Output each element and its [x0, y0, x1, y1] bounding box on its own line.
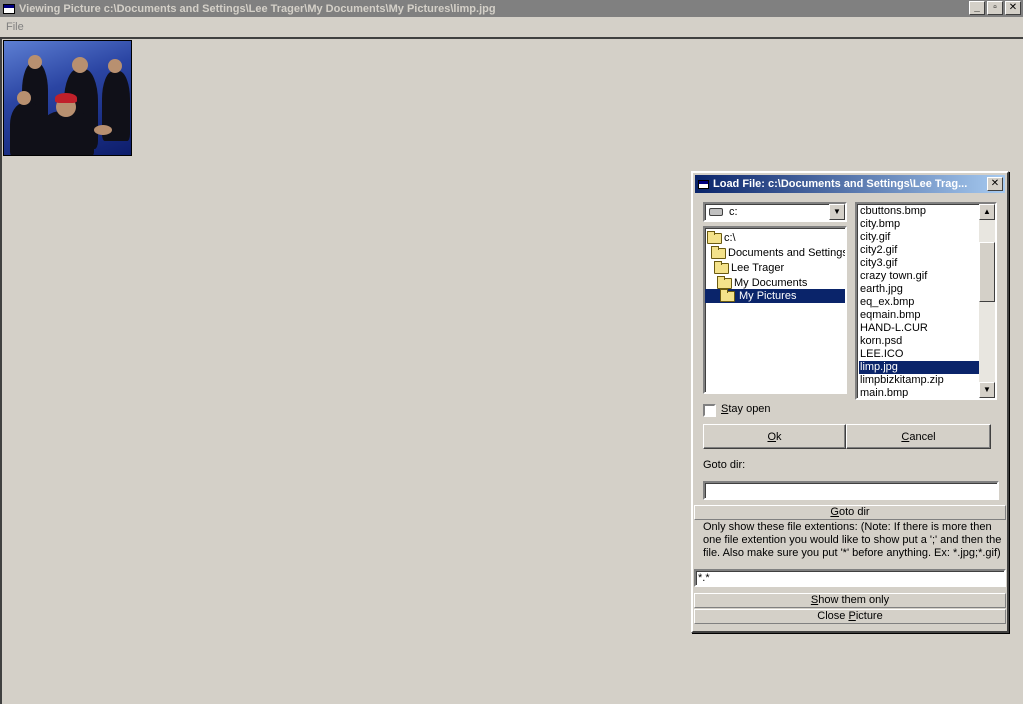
file-list-item[interactable]: city2.gif [859, 244, 980, 257]
file-list-item[interactable]: korn.psd [859, 335, 980, 348]
file-list[interactable]: cbuttons.bmp city.bmp city.gif city2.gif cit… [855, 202, 997, 400]
dialog-title: Load File: c:\Documents and Settings\Lee… [713, 178, 968, 190]
close-picture-button[interactable]: Close Picture [694, 609, 1006, 624]
file-list-item[interactable]: eq_ex.bmp [859, 296, 980, 309]
file-list-item[interactable]: HAND-L.CUR [859, 322, 980, 335]
app-window-icon [3, 3, 15, 14]
stay-open-checkbox[interactable] [703, 404, 716, 417]
ok-button[interactable]: Ok [703, 424, 846, 449]
goto-dir-input[interactable] [703, 481, 999, 500]
window-title: Viewing Picture c:\Documents and Setting… [19, 2, 496, 15]
drive-value: c: [729, 206, 738, 218]
dialog-titlebar[interactable]: Load File: c:\Documents and Settings\Lee… [695, 175, 1005, 193]
drive-icon [709, 208, 723, 216]
file-list-scrollbar[interactable]: ▲ ▼ [979, 204, 995, 398]
folder-open-icon [720, 288, 735, 302]
tree-item-root[interactable]: c:\ [707, 230, 736, 245]
file-list-item[interactable]: earth.jpg [859, 283, 980, 296]
file-list-item[interactable]: LEE.ICO [859, 348, 980, 361]
dialog-window-icon [698, 179, 709, 189]
file-list-item[interactable]: eqmain.bmp [859, 309, 980, 322]
file-list-item[interactable]: cbuttons.bmp [859, 205, 980, 218]
file-list-item[interactable]: city3.gif [859, 257, 980, 270]
scroll-down-icon[interactable]: ▼ [979, 382, 995, 398]
maximize-button[interactable]: ▫ [987, 1, 1003, 15]
directory-tree[interactable]: c:\ Documents and Settings Lee Trager My… [703, 226, 847, 394]
file-list-item[interactable]: city.gif [859, 231, 980, 244]
tree-item-my-documents[interactable]: My Documents [717, 275, 807, 290]
stay-open-label: Stay open [721, 403, 771, 415]
folder-icon [714, 260, 729, 274]
folder-icon [711, 245, 726, 259]
tree-item-my-pictures[interactable]: My Pictures [705, 288, 845, 303]
extension-note: Only show these file extentions: (Note: … [703, 521, 1002, 559]
folder-icon [717, 275, 732, 289]
folder-icon [707, 230, 722, 244]
cancel-button[interactable]: Cancel [846, 424, 991, 449]
load-file-dialog: Load File: c:\Documents and Settings\Lee… [691, 171, 1009, 633]
extension-filter-input[interactable]: *.* [694, 569, 1006, 587]
tree-item-documents-and-settings[interactable]: Documents and Settings [711, 245, 845, 260]
scrollbar-thumb[interactable] [979, 242, 995, 302]
goto-dir-button[interactable]: Goto dir [694, 505, 1006, 520]
goto-dir-label: Goto dir: [703, 459, 746, 471]
window-controls: _ ▫ ✕ [969, 1, 1021, 15]
chevron-down-icon[interactable]: ▼ [829, 204, 845, 220]
dialog-close-button[interactable]: ✕ [987, 177, 1003, 191]
tree-item-lee-trager[interactable]: Lee Trager [714, 260, 784, 275]
file-list-item[interactable]: limpbizkitamp.zip [859, 374, 980, 387]
band-photo-image [3, 40, 132, 156]
minimize-button[interactable]: _ [969, 1, 985, 15]
menu-file[interactable]: File [6, 21, 24, 33]
window-titlebar[interactable]: Viewing Picture c:\Documents and Setting… [0, 0, 1023, 17]
close-button[interactable]: ✕ [1005, 1, 1021, 15]
scroll-up-icon[interactable]: ▲ [979, 204, 995, 220]
menu-bar: File [0, 17, 1023, 37]
file-list-item[interactable]: crazy town.gif [859, 270, 980, 283]
file-list-item[interactable]: limp.jpg [859, 361, 980, 374]
file-list-item[interactable]: city.bmp [859, 218, 980, 231]
drive-select[interactable]: c: ▼ [703, 202, 847, 222]
file-list-item[interactable]: main.bmp [859, 387, 980, 398]
show-them-only-button[interactable]: Show them only [694, 593, 1006, 608]
